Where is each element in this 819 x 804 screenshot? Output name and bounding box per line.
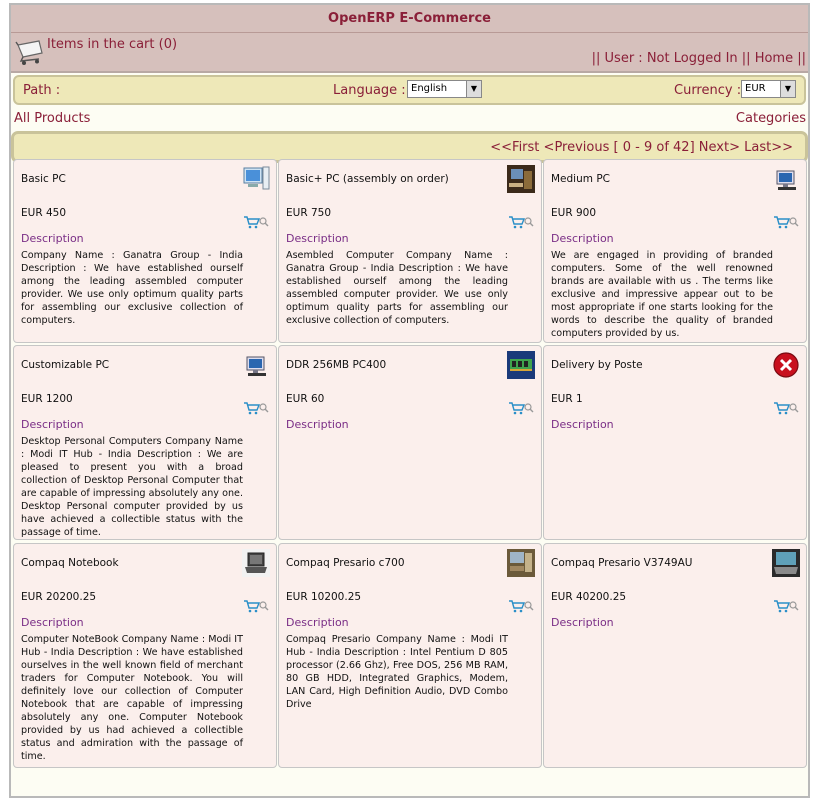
home-link[interactable]: Home bbox=[755, 51, 793, 66]
currency-select[interactable]: EUR ▼ bbox=[741, 80, 796, 98]
add-to-cart-icon[interactable] bbox=[773, 401, 799, 415]
chevron-down-icon: ▼ bbox=[466, 81, 481, 97]
path-label: Path : bbox=[23, 83, 61, 98]
description-label: Description bbox=[551, 418, 614, 431]
add-to-cart-icon[interactable] bbox=[773, 599, 799, 613]
cart-status[interactable]: Items in the cart (0) bbox=[47, 37, 177, 52]
product-price: EUR 1200 bbox=[21, 393, 73, 405]
description-label: Description bbox=[21, 616, 84, 629]
page-title: OpenERP E-Commerce bbox=[11, 5, 808, 33]
pc-photo-icon[interactable] bbox=[507, 165, 535, 193]
description-label: Description bbox=[286, 232, 349, 245]
language-value: English bbox=[411, 83, 448, 94]
separator: || bbox=[737, 51, 755, 66]
product-card: Compaq Presario V3749AU EUR 40200.25 Des… bbox=[543, 543, 807, 768]
first-page-link[interactable]: <<First bbox=[490, 140, 539, 155]
page-range: [ 0 - 9 of 42] bbox=[613, 140, 695, 155]
desktop-pc-icon[interactable] bbox=[242, 165, 270, 193]
product-description: We are engaged in providing of branded c… bbox=[551, 250, 773, 339]
user-link[interactable]: User : Not Logged In bbox=[605, 51, 738, 66]
product-price: EUR 750 bbox=[286, 207, 331, 219]
cart-bar: Items in the cart (0) || User : Not Logg… bbox=[11, 33, 808, 73]
presario-photo-icon[interactable] bbox=[507, 549, 535, 577]
product-description: Asembled Computer Company Name : Ganatra… bbox=[286, 250, 508, 326]
monitor-icon[interactable] bbox=[772, 165, 800, 193]
language-select[interactable]: English ▼ bbox=[407, 80, 482, 98]
product-description: Compaq Presario Company Name : Modi IT H… bbox=[286, 634, 508, 710]
nav-row: All Products Categories bbox=[11, 109, 808, 131]
product-name[interactable]: Compaq Notebook bbox=[21, 557, 119, 569]
description-label: Description bbox=[286, 616, 349, 629]
product-card: Compaq Presario c700 EUR 10200.25 Descri… bbox=[278, 543, 542, 768]
separator: || bbox=[793, 51, 806, 66]
product-card: Compaq Notebook EUR 20200.25 Description… bbox=[13, 543, 277, 768]
currency-label: Currency : bbox=[674, 83, 742, 98]
product-price: EUR 1 bbox=[551, 393, 583, 405]
add-to-cart-icon[interactable] bbox=[243, 401, 269, 415]
product-description: Company Name : Ganatra Group - India Des… bbox=[21, 250, 243, 326]
description-label: Description bbox=[21, 418, 84, 431]
description-label: Description bbox=[286, 418, 349, 431]
add-to-cart-icon[interactable] bbox=[773, 215, 799, 229]
product-name[interactable]: Basic+ PC (assembly on order) bbox=[286, 173, 449, 185]
description-label: Description bbox=[21, 232, 84, 245]
product-card: Delivery by Poste EUR 1 Description bbox=[543, 345, 807, 540]
product-card: DDR 256MB PC400 EUR 60 Description bbox=[278, 345, 542, 540]
product-card: Basic+ PC (assembly on order) EUR 750 De… bbox=[278, 159, 542, 343]
add-to-cart-icon[interactable] bbox=[508, 599, 534, 613]
chevron-down-icon: ▼ bbox=[780, 81, 795, 97]
shopping-cart-icon[interactable] bbox=[15, 37, 45, 67]
separator: || bbox=[591, 51, 605, 66]
description-label: Description bbox=[551, 232, 614, 245]
product-name[interactable]: Compaq Presario c700 bbox=[286, 557, 405, 569]
no-image-icon[interactable] bbox=[772, 351, 800, 379]
add-to-cart-icon[interactable] bbox=[243, 215, 269, 229]
product-name[interactable]: Medium PC bbox=[551, 173, 610, 185]
product-price: EUR 20200.25 bbox=[21, 591, 97, 603]
add-to-cart-icon[interactable] bbox=[508, 215, 534, 229]
pagination: <<First <Previous [ 0 - 9 of 42] Next> L… bbox=[490, 140, 793, 155]
product-name[interactable]: Delivery by Poste bbox=[551, 359, 643, 371]
product-name[interactable]: Basic PC bbox=[21, 173, 66, 185]
product-name[interactable]: Customizable PC bbox=[21, 359, 109, 371]
product-name[interactable]: Compaq Presario V3749AU bbox=[551, 557, 692, 569]
product-name[interactable]: DDR 256MB PC400 bbox=[286, 359, 386, 371]
add-to-cart-icon[interactable] bbox=[243, 599, 269, 613]
product-description: Computer NoteBook Company Name : Modi IT… bbox=[21, 634, 243, 762]
last-page-link[interactable]: Last>> bbox=[744, 140, 793, 155]
product-price: EUR 900 bbox=[551, 207, 596, 219]
memory-photo-icon[interactable] bbox=[507, 351, 535, 379]
categories-link[interactable]: Categories bbox=[736, 111, 806, 126]
product-price: EUR 40200.25 bbox=[551, 591, 627, 603]
presario-laptop-icon[interactable] bbox=[772, 549, 800, 577]
previous-page-link[interactable]: <Previous bbox=[544, 140, 610, 155]
monitor-icon[interactable] bbox=[242, 351, 270, 379]
laptop-icon[interactable] bbox=[242, 549, 270, 577]
add-to-cart-icon[interactable] bbox=[508, 401, 534, 415]
user-links: || User : Not Logged In || Home || bbox=[592, 51, 806, 66]
product-card: Medium PC EUR 900 Description We are eng… bbox=[543, 159, 807, 343]
all-products-link[interactable]: All Products bbox=[14, 111, 90, 126]
description-label: Description bbox=[551, 616, 614, 629]
currency-value: EUR bbox=[745, 83, 766, 94]
product-card: Basic PC EUR 450 Description Company Nam… bbox=[13, 159, 277, 343]
language-label: Language : bbox=[333, 83, 406, 98]
page-frame: OpenERP E-Commerce Items in the cart (0)… bbox=[9, 3, 810, 798]
product-price: EUR 10200.25 bbox=[286, 591, 362, 603]
toolbar: Path : Language : English ▼ Currency : E… bbox=[13, 75, 806, 105]
product-description: Desktop Personal Computers Company Name … bbox=[21, 436, 243, 538]
next-page-link[interactable]: Next> bbox=[699, 140, 740, 155]
product-card: Customizable PC EUR 1200 Description Des… bbox=[13, 345, 277, 540]
product-price: EUR 450 bbox=[21, 207, 66, 219]
product-price: EUR 60 bbox=[286, 393, 325, 405]
